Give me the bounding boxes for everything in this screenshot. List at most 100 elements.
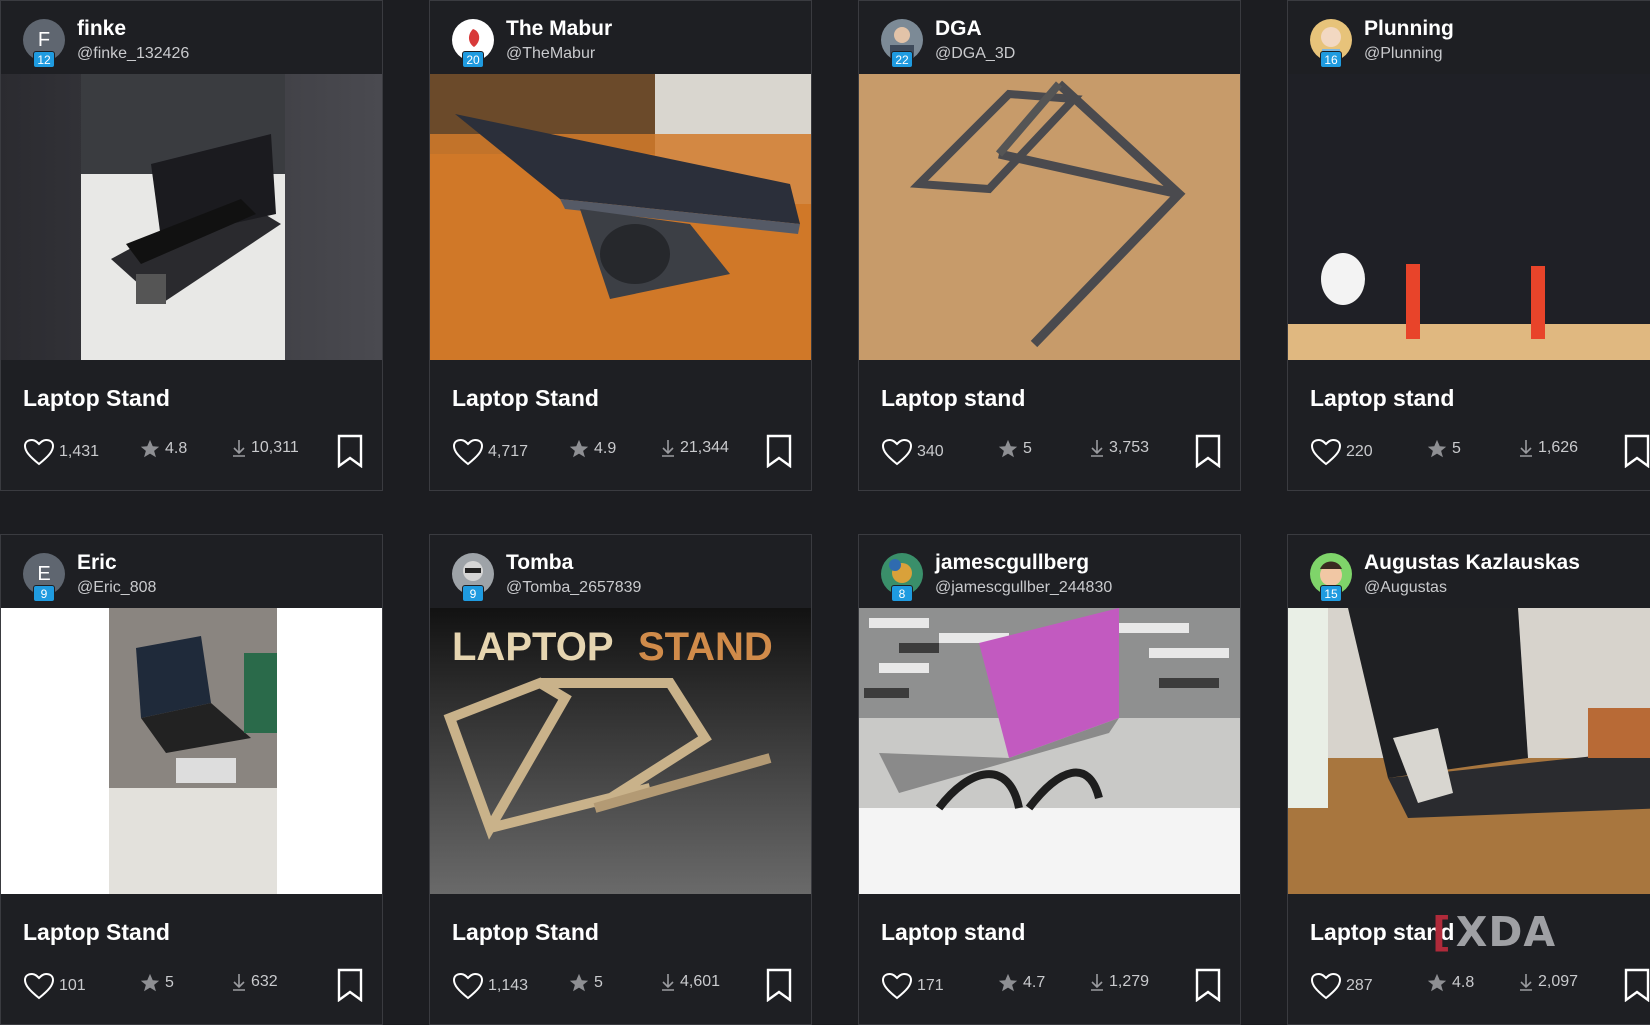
model-thumbnail[interactable]: LAPTOP STAND — [430, 608, 811, 894]
star-icon — [998, 973, 1018, 992]
like-count: 1,143 — [488, 977, 529, 994]
like-button[interactable]: 1,143 — [452, 972, 528, 1000]
xda-logo-icon: [ — [1432, 908, 1452, 956]
username[interactable]: Augustas Kazlauskas — [1364, 551, 1580, 575]
user-handle: @Tomba_2657839 — [506, 579, 642, 596]
rating-value: 4.9 — [594, 440, 617, 457]
stats-row: 171 4.7 1,279 — [881, 968, 1221, 1004]
username[interactable]: Eric — [77, 551, 117, 575]
heart-icon — [452, 972, 484, 1000]
download-value: 632 — [251, 973, 278, 990]
like-button[interactable]: 340 — [881, 438, 944, 466]
level-badge: 9 — [462, 585, 484, 602]
model-title[interactable]: Laptop stand — [881, 385, 1025, 412]
like-button[interactable]: 287 — [1310, 972, 1373, 1000]
download-count: 1,626 — [1518, 438, 1578, 458]
user-handle: @Augustas — [1364, 579, 1447, 596]
like-button[interactable]: 1,431 — [23, 438, 99, 466]
bookmark-icon[interactable] — [337, 968, 363, 1002]
model-card[interactable]: 16 Plunning @Plunning Laptop stand 220 5 — [1287, 0, 1650, 491]
rating-value: 5 — [1023, 440, 1032, 457]
rating: 5 — [568, 972, 603, 994]
username[interactable]: finke — [77, 17, 126, 41]
rating-value: 4.7 — [1023, 974, 1046, 991]
download-count: 4,601 — [660, 972, 720, 992]
bookmark-icon[interactable] — [1195, 968, 1221, 1002]
model-title[interactable]: Laptop Stand — [23, 919, 170, 946]
xda-watermark: [ XDA — [1432, 908, 1557, 956]
stats-row: 220 5 1,626 — [1310, 434, 1650, 470]
model-title[interactable]: Laptop Stand — [452, 385, 599, 412]
model-card[interactable]: 22 DGA @DGA_3D Laptop stand 340 5 3,753 — [858, 0, 1241, 491]
model-thumbnail[interactable] — [859, 74, 1240, 360]
level-badge: 12 — [33, 51, 55, 68]
bookmark-icon[interactable] — [1624, 968, 1650, 1002]
model-thumbnail[interactable] — [1288, 74, 1650, 360]
model-card[interactable]: 8 jamescgullberg @jamescgullber_244830 L… — [858, 534, 1241, 1025]
level-badge: 22 — [891, 51, 913, 68]
like-button[interactable]: 220 — [1310, 438, 1373, 466]
user-handle: @DGA_3D — [935, 45, 1016, 62]
heart-icon — [1310, 972, 1342, 1000]
username[interactable]: Plunning — [1364, 17, 1454, 41]
star-icon — [998, 439, 1018, 458]
rating: 4.8 — [139, 438, 187, 460]
username[interactable]: Tomba — [506, 551, 573, 575]
user-handle: @jamescgullber_244830 — [935, 579, 1113, 596]
username[interactable]: DGA — [935, 17, 982, 41]
heart-icon — [452, 438, 484, 466]
rating: 5 — [997, 438, 1032, 460]
model-thumbnail[interactable] — [1, 74, 382, 360]
model-thumbnail[interactable] — [1288, 608, 1650, 894]
level-badge: 15 — [1320, 585, 1342, 602]
image-title-text-2: STAND — [638, 625, 773, 669]
model-card[interactable]: E 9 Eric @Eric_808 Laptop Stand 101 5 63… — [0, 534, 383, 1025]
star-icon — [569, 439, 589, 458]
rating-value: 5 — [165, 974, 174, 991]
download-value: 1,626 — [1538, 439, 1579, 456]
like-count: 4,717 — [488, 443, 529, 460]
model-thumbnail[interactable] — [859, 608, 1240, 894]
card-header: 20 The Mabur @TheMabur — [430, 1, 811, 74]
stats-row: 101 5 632 — [23, 968, 363, 1004]
model-title[interactable]: Laptop Stand — [23, 385, 170, 412]
model-thumbnail[interactable] — [1, 608, 382, 894]
download-icon — [662, 974, 674, 991]
download-count: 10,311 — [231, 438, 299, 458]
download-icon — [1520, 974, 1532, 991]
star-icon — [569, 973, 589, 992]
star-icon — [140, 439, 160, 458]
bookmark-icon[interactable] — [337, 434, 363, 468]
model-card[interactable]: 9 Tomba @Tomba_2657839 LAPTOP STAND Lapt… — [429, 534, 812, 1025]
model-title[interactable]: Laptop stand — [1310, 385, 1454, 412]
bookmark-icon[interactable] — [1195, 434, 1221, 468]
star-icon — [1427, 439, 1447, 458]
user-handle: @finke_132426 — [77, 45, 190, 62]
model-card[interactable]: F 12 finke @finke_132426 Laptop Stand 1,… — [0, 0, 383, 491]
bookmark-icon[interactable] — [766, 434, 792, 468]
like-button[interactable]: 4,717 — [452, 438, 528, 466]
model-card[interactable]: 20 The Mabur @TheMabur Laptop Stand 4,71… — [429, 0, 812, 491]
model-title[interactable]: Laptop stand — [881, 919, 1025, 946]
heart-icon — [881, 972, 913, 1000]
model-title[interactable]: Laptop Stand — [452, 919, 599, 946]
download-count: 1,279 — [1089, 972, 1149, 992]
like-button[interactable]: 101 — [23, 972, 86, 1000]
download-icon — [1091, 974, 1103, 991]
download-value: 10,311 — [251, 439, 299, 456]
like-button[interactable]: 171 — [881, 972, 944, 1000]
like-count: 171 — [917, 977, 944, 994]
level-badge: 16 — [1320, 51, 1342, 68]
card-header: 22 DGA @DGA_3D — [859, 1, 1240, 74]
username[interactable]: The Mabur — [506, 17, 612, 41]
star-icon — [1427, 973, 1447, 992]
model-grid: F 12 finke @finke_132426 Laptop Stand 1,… — [0, 0, 1650, 1025]
username[interactable]: jamescgullberg — [935, 551, 1089, 575]
download-count: 2,097 — [1518, 972, 1578, 992]
bookmark-icon[interactable] — [1624, 434, 1650, 468]
download-value: 21,344 — [680, 439, 729, 456]
model-thumbnail[interactable] — [430, 74, 811, 360]
download-icon — [233, 974, 245, 991]
user-handle: @TheMabur — [506, 45, 596, 62]
bookmark-icon[interactable] — [766, 968, 792, 1002]
